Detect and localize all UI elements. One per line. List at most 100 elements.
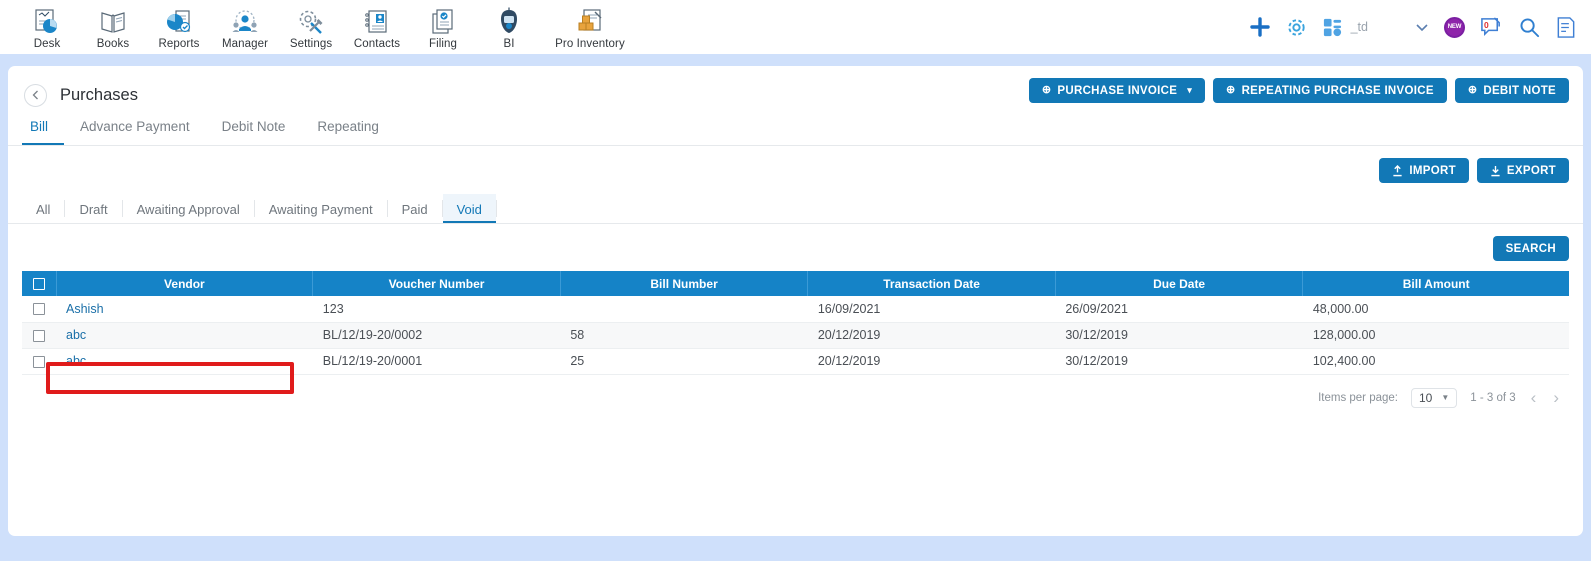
search-button[interactable]: SEARCH [1492,236,1569,261]
cell-vendor: abc [56,322,313,349]
status-filter-draft[interactable]: Draft [65,194,121,223]
organization-name[interactable]: _td [1351,20,1368,34]
page-title: Purchases [60,85,138,104]
settings-icon [299,10,323,34]
status-filter-awaiting-approval[interactable]: Awaiting Approval [123,194,254,223]
cell-bill-amount: 48,000.00 [1302,296,1569,323]
purchases-panel: Purchases ⊕ PURCHASE INVOICE ▾ ⊕ REPEATI… [8,66,1583,536]
column-header-vendor[interactable]: Vendor [56,271,314,296]
row-checkbox[interactable] [33,303,45,316]
vendor-link[interactable]: abc [66,354,86,368]
back-button[interactable] [24,83,47,107]
cell-transaction-date: 16/09/2021 [807,296,1056,323]
cell-voucher-number: BL/12/19-20/0001 [312,348,561,375]
cell-due-date: 26/09/2021 [1055,296,1303,323]
page-header: Purchases ⊕ PURCHASE INVOICE ▾ ⊕ REPEATI… [8,66,1583,110]
search-label: SEARCH [1505,242,1556,255]
row-checkbox[interactable] [33,355,45,368]
import-label: IMPORT [1409,164,1456,177]
app-item-contacts[interactable]: Contacts [344,4,410,50]
pagination: Items per page: 10 ▼ 1 - 3 of 3 ‹ › [8,375,1583,408]
import-button[interactable]: IMPORT [1379,158,1469,183]
plus-circle-icon: ⊕ [1226,84,1236,96]
search-icon[interactable] [1518,16,1541,39]
row-select-cell [22,296,56,323]
plus-circle-icon: ⊕ [1467,84,1478,96]
gear-icon[interactable] [1285,16,1308,39]
app-item-settings[interactable]: Settings [278,4,344,50]
items-per-page-value: 10 [1418,390,1433,405]
repeating-purchase-invoice-button[interactable]: ⊕ REPEATING PURCHASE INVOICE [1213,78,1447,103]
next-page-button[interactable]: › [1551,389,1561,406]
app-toolbar-right: _td NEW 0 [1249,16,1591,39]
vendor-link[interactable]: Ashish [66,302,104,316]
app-item-label: Pro Inventory [555,38,625,50]
app-item-label: Contacts [353,38,401,50]
table-header: Vendor Voucher Number Bill Number Transa… [22,271,1569,296]
plus-circle-icon: ⊕ [1041,84,1052,96]
chevron-down-icon: ▾ [1187,85,1193,95]
column-header-voucher-number[interactable]: Voucher Number [312,271,561,296]
debit-note-button[interactable]: ⊕ DEBIT NOTE [1454,78,1569,103]
export-button[interactable]: EXPORT [1476,158,1569,183]
tab-repeating[interactable]: Repeating [301,119,395,145]
status-filter-label: Draft [79,201,108,217]
status-filter-void[interactable]: Void [442,194,496,223]
table-row[interactable]: abc BL/12/19-20/0001 25 20/12/2019 30/12… [22,348,1569,375]
app-item-bi[interactable]: BI [476,4,542,50]
plus-icon[interactable] [1249,16,1271,38]
items-per-page-select[interactable]: 10 ▼ [1410,387,1458,408]
purchases-table: Vendor Voucher Number Bill Number Transa… [22,271,1569,375]
chat-bubble-icon[interactable]: 0 [1479,16,1504,39]
tab-debit-note[interactable]: Debit Note [206,119,302,145]
chevron-down-icon[interactable] [1414,19,1430,35]
tab-label: Repeating [317,119,379,134]
purchase-invoice-button[interactable]: ⊕ PURCHASE INVOICE ▾ [1028,78,1206,103]
cell-voucher-number: BL/12/19-20/0002 [312,322,561,349]
filing-icon [432,9,453,34]
column-header-bill-amount[interactable]: Bill Amount [1302,271,1569,296]
bi-icon [501,7,517,33]
app-launcher-list: Desk Books Reports Manager Settings Cont… [0,4,638,50]
app-toolbar: Desk Books Reports Manager Settings Cont… [0,0,1591,54]
status-filter-label: All [36,201,51,217]
status-filter-label: Awaiting Payment [268,201,373,217]
select-all-checkbox[interactable] [32,278,45,291]
import-export-row: IMPORT EXPORT [8,146,1583,183]
table-body: Ashish 123 16/09/2021 26/09/2021 48,000.… [22,296,1569,375]
status-filter-label: Paid [401,201,428,217]
repeating-purchase-invoice-label: REPEATING PURCHASE INVOICE [1241,84,1434,97]
row-select-cell [22,348,56,375]
books-icon [101,12,125,33]
app-item-pro-inventory[interactable]: Pro Inventory [542,4,638,50]
cell-bill-number: 25 [560,348,808,375]
table-row[interactable]: abc BL/12/19-20/0002 58 20/12/2019 30/12… [22,322,1569,349]
cell-transaction-date: 20/12/2019 [807,348,1056,375]
column-header-transaction-date[interactable]: Transaction Date [807,271,1056,296]
export-label: EXPORT [1506,164,1556,177]
status-filter-all[interactable]: All [22,194,64,223]
new-badge[interactable]: NEW [1444,16,1465,38]
tab-advance-payment[interactable]: Advance Payment [64,119,206,145]
purchase-invoice-label: PURCHASE INVOICE [1057,84,1178,97]
debit-note-label: DEBIT NOTE [1483,84,1556,97]
app-item-label: Filing [428,38,458,50]
table-row[interactable]: Ashish 123 16/09/2021 26/09/2021 48,000.… [22,296,1569,323]
previous-page-button[interactable]: ‹ [1529,389,1539,406]
row-checkbox[interactable] [33,329,45,342]
notes-icon[interactable] [1555,16,1577,39]
app-item-filing[interactable]: Filing [410,4,476,50]
tab-bill[interactable]: Bill [22,119,65,145]
vendor-link[interactable]: abc [66,328,86,342]
status-filter-awaiting-payment[interactable]: Awaiting Payment [255,194,387,223]
column-header-due-date[interactable]: Due Date [1055,271,1304,296]
column-header-bill-number[interactable]: Bill Number [560,271,809,296]
status-filter-paid[interactable]: Paid [388,194,442,223]
items-per-page-label: Items per page: [1318,391,1398,404]
cell-voucher-number: 123 [312,296,561,323]
app-item-manager[interactable]: Manager [212,4,278,50]
apps-grid-icon[interactable] [1322,17,1343,38]
app-item-books[interactable]: Books [80,4,146,50]
app-item-desk[interactable]: Desk [14,4,80,50]
app-item-reports[interactable]: Reports [146,4,212,50]
